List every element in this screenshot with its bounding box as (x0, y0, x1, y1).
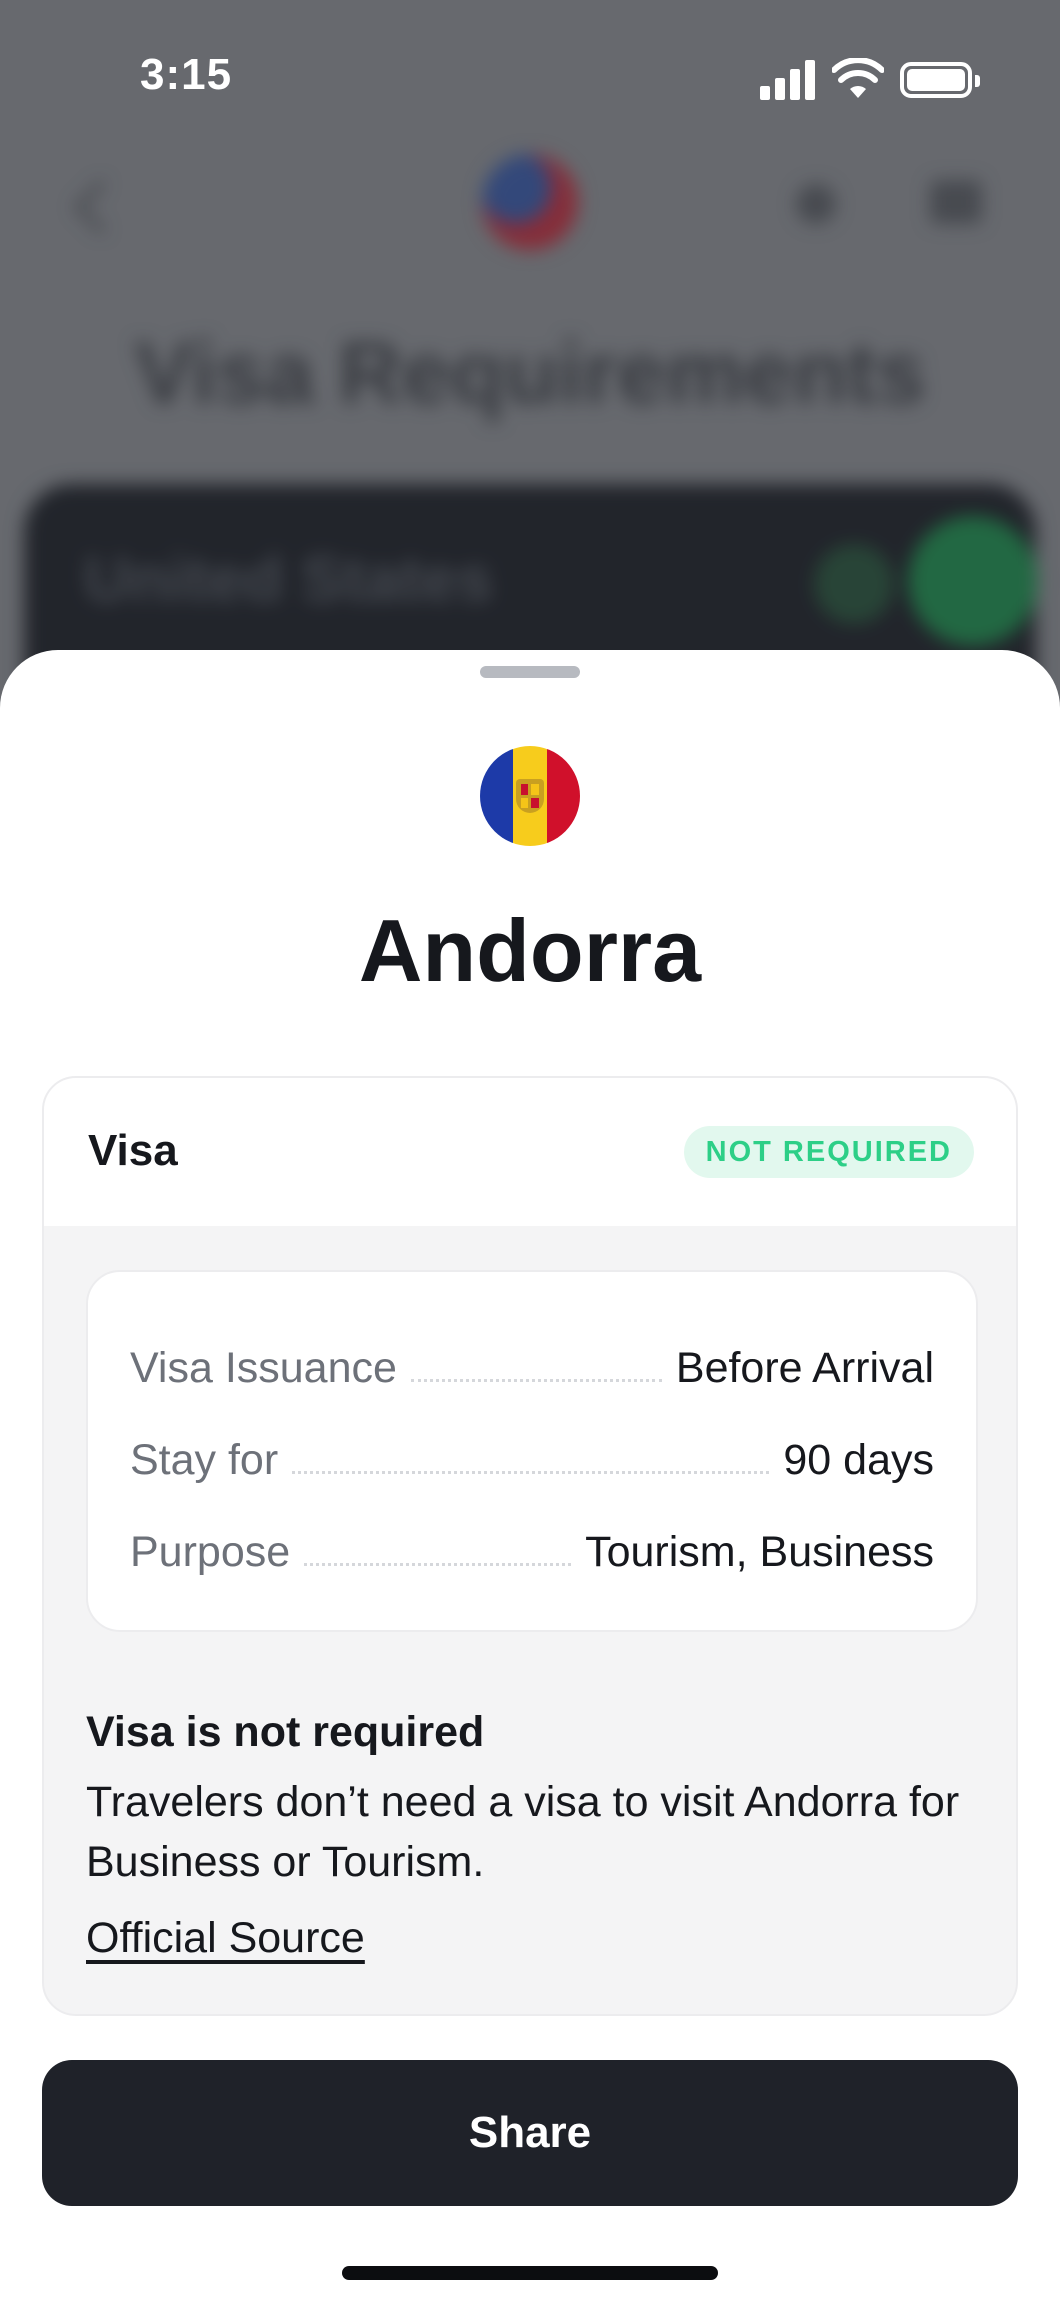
visa-status-badge: NOT REQUIRED (683, 1126, 974, 1178)
country-title: Andorra (358, 901, 702, 1000)
share-button[interactable]: Share (42, 2060, 1018, 2206)
andorra-flag-icon (480, 746, 580, 846)
home-indicator (342, 2266, 718, 2280)
dotted-leader (292, 1470, 770, 1474)
battery-icon (900, 62, 980, 98)
official-source-link[interactable]: Official Source (86, 1914, 365, 1963)
detail-key: Stay for (130, 1435, 279, 1484)
detail-key: Visa Issuance (130, 1343, 397, 1392)
wifi-icon (832, 58, 884, 98)
visa-card: Visa NOT REQUIRED Visa Issuance Before A… (42, 1076, 1018, 2016)
dotted-leader (410, 1378, 662, 1382)
detail-value: Before Arrival (675, 1343, 934, 1392)
status-bar: 3:15 (0, 0, 1060, 150)
visa-note-title: Visa is not required (86, 1708, 485, 1756)
country-detail-sheet: Andorra Visa NOT REQUIRED Visa Issuance … (0, 650, 1060, 2304)
detail-row-purpose: Purpose Tourism, Business (130, 1506, 934, 1598)
detail-row-stay: Stay for 90 days (130, 1414, 934, 1506)
visa-note-text: Travelers don’t need a visa to visit And… (86, 1778, 960, 1886)
sheet-grabber-handle[interactable] (480, 666, 580, 678)
visa-card-header: Visa NOT REQUIRED (44, 1078, 1016, 1226)
visa-label: Visa (88, 1126, 178, 1175)
detail-key: Purpose (130, 1527, 291, 1576)
cellular-signal-icon (760, 60, 816, 100)
detail-row-issuance: Visa Issuance Before Arrival (130, 1322, 934, 1414)
dotted-leader (304, 1562, 572, 1566)
detail-value: Tourism, Business (585, 1527, 934, 1576)
visa-details-box: Visa Issuance Before Arrival Stay for 90… (86, 1270, 978, 1632)
detail-value: 90 days (783, 1435, 934, 1484)
status-time: 3:15 (140, 50, 233, 99)
